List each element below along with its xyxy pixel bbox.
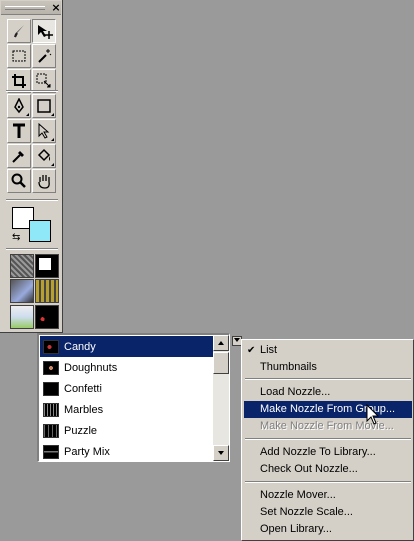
nozzle-thumbnail xyxy=(43,360,59,375)
pen-icon xyxy=(14,98,24,114)
list-item[interactable]: Puzzle xyxy=(40,420,215,441)
menu-arrow-icon xyxy=(234,338,240,342)
menu-item-set-nozzle-scale[interactable]: Set Nozzle Scale... xyxy=(244,504,412,521)
menu-item-check-out-nozzle[interactable]: Check Out Nozzle... xyxy=(244,461,412,478)
nozzle-thumbnail xyxy=(43,444,59,459)
eyedropper-tool-button[interactable] xyxy=(7,144,31,168)
arrow-icon xyxy=(38,123,50,139)
text-tool-button[interactable] xyxy=(7,119,31,143)
menu-item-label: List xyxy=(260,344,278,356)
vertical-scrollbar[interactable] xyxy=(213,335,229,461)
hand-icon xyxy=(38,175,50,189)
view-mode-button[interactable] xyxy=(35,254,59,278)
list-item[interactable]: Doughnuts xyxy=(40,357,215,378)
list-item-label: Party Mix xyxy=(64,445,110,458)
marquee-select-icon xyxy=(36,73,51,88)
list-item-label: Candy xyxy=(64,340,96,353)
view-mode-swatch xyxy=(39,258,51,270)
menu-item-make-nozzle-from-group[interactable]: Make Nozzle From Group... xyxy=(244,401,412,418)
menu-item-label: Set Nozzle Scale... xyxy=(260,506,353,518)
menu-item-list[interactable]: ✔ List xyxy=(244,342,412,359)
paint-bucket-tool-button[interactable] xyxy=(32,144,56,168)
menu-item-label: Open Library... xyxy=(260,523,332,535)
magic-wand-icon xyxy=(38,49,52,63)
brush-tool-button[interactable] xyxy=(7,19,31,43)
foreground-color-swatch[interactable] xyxy=(29,220,51,242)
zoom-tool-button[interactable] xyxy=(7,169,31,193)
view-mode-button[interactable] xyxy=(10,254,34,278)
arrow-up-icon xyxy=(218,341,224,345)
menu-separator xyxy=(245,378,411,380)
hand-tool-button[interactable] xyxy=(32,169,56,193)
menu-item-make-nozzle-from-movie: Make Nozzle From Movie... xyxy=(244,418,412,435)
paint-bucket-icon xyxy=(37,148,51,162)
nozzle-thumbnail xyxy=(43,423,59,438)
list-item-label: Doughnuts xyxy=(64,361,118,374)
palette-divider xyxy=(6,90,58,92)
crop-icon xyxy=(12,74,26,88)
view-mode-button[interactable] xyxy=(35,305,59,329)
pen-tool-button[interactable] xyxy=(7,94,31,118)
magic-wand-tool-button[interactable] xyxy=(32,44,56,68)
scroll-down-button[interactable] xyxy=(213,445,229,461)
nozzle-thumbnail xyxy=(43,402,59,417)
palette-divider xyxy=(6,248,58,250)
menu-item-label: Nozzle Mover... xyxy=(260,489,336,501)
view-mode-button[interactable] xyxy=(10,279,34,303)
menu-separator xyxy=(245,481,411,483)
marquee-icon xyxy=(12,50,26,62)
menu-item-thumbnails[interactable]: Thumbnails xyxy=(244,359,412,376)
menu-item-nozzle-mover[interactable]: Nozzle Mover... xyxy=(244,487,412,504)
nozzle-thumbnail xyxy=(43,339,59,354)
rectangle-tool-button[interactable] xyxy=(32,94,56,118)
move-tool-icon xyxy=(38,25,53,39)
eyedropper-icon xyxy=(12,151,24,163)
text-icon xyxy=(13,123,25,138)
pointer-tool-button[interactable] xyxy=(32,119,56,143)
menu-item-label: Check Out Nozzle... xyxy=(260,463,358,475)
menu-item-label: Add Nozzle To Library... xyxy=(260,446,376,458)
swap-colors-icon[interactable]: ⇆ xyxy=(12,232,20,243)
checkmark-icon: ✔ xyxy=(247,345,256,356)
brush-icon xyxy=(14,25,24,38)
zoom-icon xyxy=(11,173,26,188)
tools-palette: × ⇆ xyxy=(0,0,63,333)
arrow-down-icon xyxy=(218,451,224,455)
scroll-thumb[interactable] xyxy=(213,352,229,374)
menu-item-label: Thumbnails xyxy=(260,361,317,373)
view-mode-button[interactable] xyxy=(35,279,59,303)
context-menu: ✔ List Thumbnails Load Nozzle... Make No… xyxy=(241,339,414,541)
list-item-label: Puzzle xyxy=(64,424,98,437)
palette-title-bar[interactable]: × xyxy=(1,1,61,15)
menu-separator xyxy=(245,438,411,440)
menu-item-load-nozzle[interactable]: Load Nozzle... xyxy=(244,384,412,401)
nozzle-thumbnail xyxy=(43,381,59,396)
menu-item-open-library[interactable]: Open Library... xyxy=(244,521,412,538)
mouse-pointer-icon xyxy=(366,404,380,425)
palette-divider xyxy=(6,199,58,201)
list-item[interactable]: Candy xyxy=(40,336,215,357)
marquee-tool-button[interactable] xyxy=(7,44,31,68)
list-item-label: Marbles xyxy=(64,403,104,416)
rectangle-icon xyxy=(37,99,51,113)
move-tool-button[interactable] xyxy=(32,19,56,43)
drag-grip[interactable] xyxy=(5,6,45,10)
close-icon[interactable]: × xyxy=(50,2,62,14)
list-item[interactable]: Party Mix xyxy=(40,441,215,462)
menu-item-label: Load Nozzle... xyxy=(260,386,331,398)
view-mode-button[interactable] xyxy=(10,305,34,329)
menu-item-add-nozzle-to-library[interactable]: Add Nozzle To Library... xyxy=(244,444,412,461)
scroll-up-button[interactable] xyxy=(213,335,229,351)
list-item[interactable]: Marbles xyxy=(40,399,215,420)
watermark: SKIN.DUAN.COM xyxy=(96,388,200,402)
